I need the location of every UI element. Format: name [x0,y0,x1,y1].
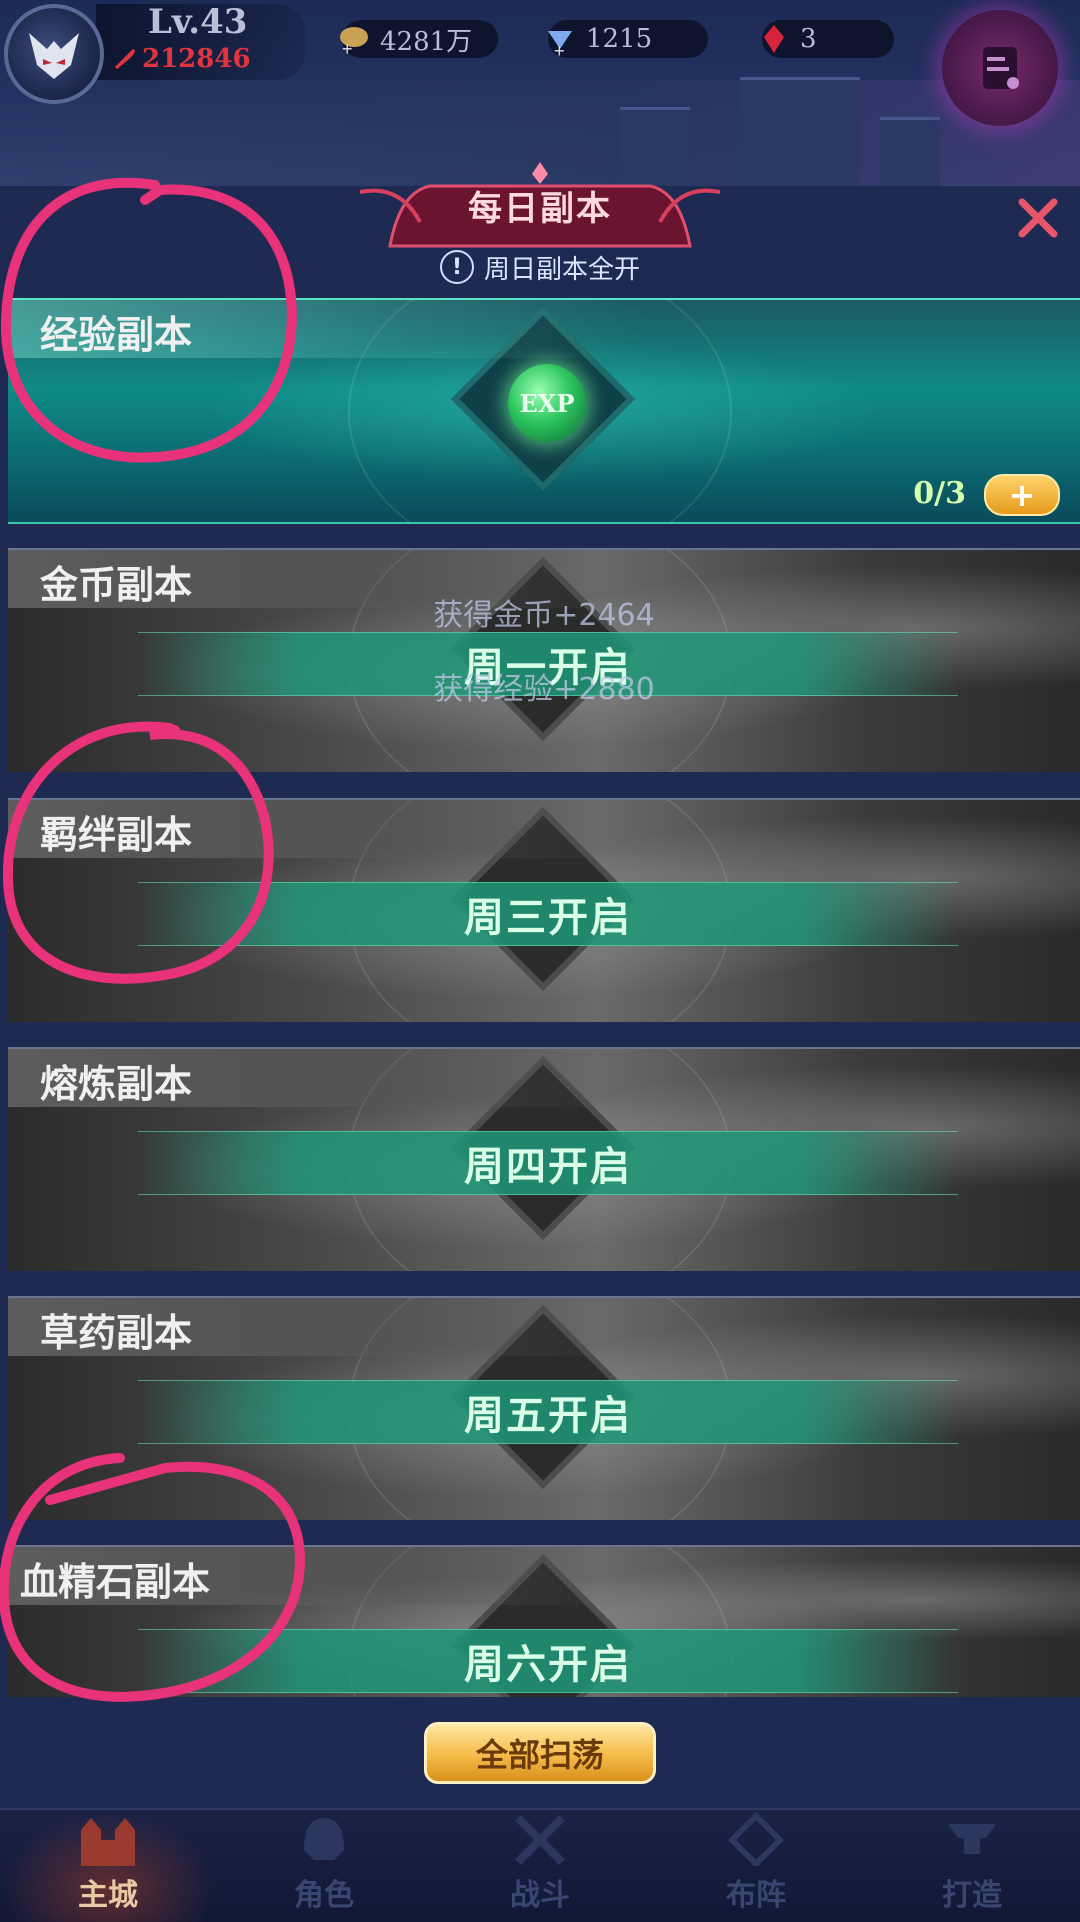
nav-label: 主城 [78,1878,138,1913]
nav-label: 打造 [942,1878,1002,1913]
dungeon-name: 经验副本 [40,312,193,357]
helmet-icon [304,1818,344,1860]
castle-icon [81,1818,135,1866]
dialog-title: 每日副本 [468,188,612,229]
nav-label: 布阵 [726,1878,786,1913]
anvil-icon [948,1824,996,1854]
crossed-swords-icon [515,1815,565,1865]
notice-bar: ! 周日副本全开 [0,246,1080,288]
attempt-count: 0/3 [913,476,966,511]
diamond-value: 1215 [586,24,653,54]
close-button[interactable] [1012,192,1064,244]
exp-orb-icon: EXP [508,364,586,442]
nav-character[interactable]: 角色 [216,1810,432,1922]
gold-coin-plus-icon[interactable]: + [334,19,374,59]
diamond-counter[interactable]: + 1215 [548,20,708,59]
unlock-day-band: 周六开启 [138,1629,958,1693]
dungeon-card-smelting[interactable]: 熔炼副本 周四开启 [8,1047,1080,1271]
unlock-day-text: 周五开启 [464,1392,632,1439]
sweep-all-button[interactable]: 全部扫荡 [424,1722,656,1784]
close-icon [1018,198,1058,238]
dungeon-name: 血精石副本 [20,1559,211,1604]
unlock-day-text: 周四开启 [464,1143,632,1190]
dungeon-card-bond[interactable]: 羁绊副本 周三开启 [8,798,1080,1022]
formation-icon [727,1811,785,1866]
castle-tower [880,117,940,190]
combat-power: 212846 [114,44,251,74]
scroll-icon [983,47,1019,89]
dungeon-name: 熔炼副本 [40,1061,193,1106]
player-avatar[interactable] [4,4,104,104]
gold-value: 4281万 [380,26,473,57]
reward-exp-text: 获得经验+2880 [433,672,655,707]
red-gem-icon [754,19,794,59]
nav-main-city[interactable]: 主城 [0,1810,216,1922]
reward-gold-text: 获得金币+2464 [433,598,655,633]
svg-text:+: + [342,39,353,59]
bottom-nav: 主城 角色 战斗 布阵 打造 [0,1808,1080,1922]
unlock-day-text: 周三开启 [464,894,632,941]
player-level: Lv.43 [148,2,248,42]
unlock-day-text: 周六开启 [464,1641,632,1688]
gem-value: 3 [800,24,817,54]
add-attempts-button[interactable]: + [984,474,1060,516]
nav-formation[interactable]: 布阵 [648,1810,864,1922]
info-icon: ! [439,250,474,284]
dungeon-card-gold[interactable]: 金币副本 周一开启 获得金币+2464 获得经验+2880 [8,548,1080,772]
dungeon-card-exp[interactable]: EXP 经验副本 0/3 + [8,298,1080,524]
nav-forge[interactable]: 打造 [864,1810,1080,1922]
fox-mask-icon [29,33,79,79]
castle-tower [740,77,860,190]
svg-text:+: + [554,41,565,59]
combat-power-value: 212846 [142,44,251,74]
dialog-title-banner: 每日副本 [360,162,720,248]
nav-battle[interactable]: 战斗 [432,1810,648,1922]
quest-scroll-button[interactable] [942,10,1058,126]
dungeon-name: 羁绊副本 [40,812,193,857]
notice-text: 周日副本全开 [483,254,640,285]
nav-label: 战斗 [510,1878,570,1913]
unlock-day-band: 周三开启 [138,882,958,946]
dungeon-name: 草药副本 [40,1310,193,1355]
diamond-plus-icon[interactable]: + [540,19,580,59]
gold-counter[interactable]: + 4281万 [340,20,498,59]
dungeon-card-herb[interactable]: 草药副本 周五开启 [8,1296,1080,1520]
gem-counter[interactable]: 3 [762,20,894,58]
nav-label: 角色 [294,1878,354,1913]
unlock-day-band: 周四开启 [138,1131,958,1195]
sword-icon [114,48,136,70]
unlock-day-band: 周五开启 [138,1380,958,1444]
dungeon-card-bloodstone[interactable]: 血精石副本 周六开启 [8,1545,1080,1697]
